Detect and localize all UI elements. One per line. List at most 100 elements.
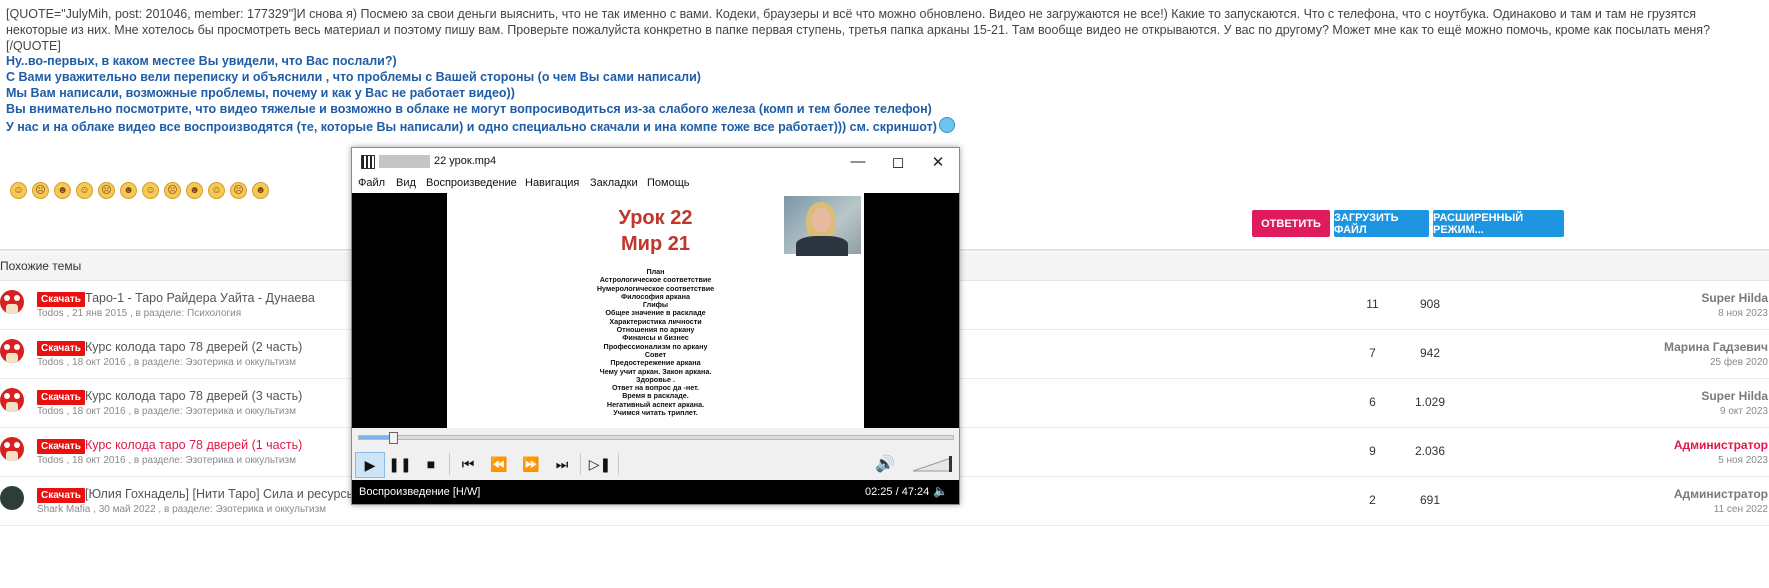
mushroom-avatar-icon[interactable] xyxy=(0,437,24,461)
stop-icon[interactable]: ■ xyxy=(417,452,445,476)
download-badge[interactable]: Скачать xyxy=(37,341,85,356)
close-icon[interactable]: ✕ xyxy=(918,148,958,175)
mushroom-avatar-icon[interactable] xyxy=(0,388,24,412)
next-icon[interactable]: ⏭ xyxy=(548,452,576,476)
reply-message: Ну..во-первых, в каком местее Вы увидели… xyxy=(6,53,1206,135)
reply-line: Ну..во-первых, в каком местее Вы увидели… xyxy=(6,54,397,68)
thread-title-link[interactable]: Курс колода таро 78 дверей (2 часть) xyxy=(85,340,302,354)
reply-button[interactable]: ОТВЕТИТЬ xyxy=(1252,210,1330,237)
reply-line: Вы внимательно посмотрите, что видео тяж… xyxy=(6,102,932,116)
separator xyxy=(580,453,581,475)
volume-slider[interactable] xyxy=(913,456,953,472)
thread-title-link[interactable]: Таро-1 - Таро Райдера Уайта - Дунаева xyxy=(85,291,315,305)
mushroom-avatar-icon[interactable] xyxy=(0,290,24,314)
window-title: 22 урок.mp4 xyxy=(434,155,497,167)
time-readout: 02:25 / 47:24 xyxy=(865,486,930,498)
menu-view[interactable]: Вид xyxy=(396,177,416,189)
reply-line-text: У нас и на облаке видео все воспроизводя… xyxy=(6,120,937,134)
thread-title-link[interactable]: Курс колода таро 78 дверей (1 часть) xyxy=(85,438,302,452)
smiley-icon[interactable]: ☻ xyxy=(186,182,203,199)
quote-text: [QUOTE="JulyMih, post: 201046, member: 1… xyxy=(6,7,1711,37)
mushroom-avatar-icon[interactable] xyxy=(0,339,24,363)
smiley-icon[interactable]: ☺ xyxy=(76,182,93,199)
seek-handle[interactable] xyxy=(389,432,398,444)
menu-file[interactable]: Файл xyxy=(358,177,385,189)
download-badge[interactable]: Скачать xyxy=(37,439,85,454)
play-icon[interactable]: ▶ xyxy=(355,452,385,478)
smiley-icon[interactable]: ☺ xyxy=(142,182,159,199)
upload-file-button[interactable]: ЗАГРУЗИТЬ ФАЙЛ xyxy=(1334,210,1429,237)
plan-line: Учимся читать триплет. xyxy=(613,408,698,418)
smiley-icon[interactable]: ☹ xyxy=(230,182,247,199)
thread-title-link[interactable]: Курс колода таро 78 дверей (3 часть) xyxy=(85,389,302,403)
view-count: 2.036 xyxy=(1414,444,1446,458)
quoted-message: [QUOTE="JulyMih, post: 201046, member: 1… xyxy=(6,6,1751,54)
menu-navigation[interactable]: Навигация xyxy=(525,177,579,189)
download-badge[interactable]: Скачать xyxy=(37,488,85,503)
last-post-date: 8 ноя 2023 xyxy=(1718,308,1768,319)
last-post-date: 11 сен 2022 xyxy=(1713,504,1768,515)
last-post-user[interactable]: Super Hilda xyxy=(1701,291,1768,305)
minimize-icon[interactable]: — xyxy=(838,148,878,175)
audio-mute-icon[interactable]: 🔈 xyxy=(933,484,948,498)
reply-line: Мы Вам написали, возможные проблемы, поч… xyxy=(6,86,515,100)
thread-meta: Todos , 18 окт 2016 , в разделе: Эзотери… xyxy=(37,357,296,368)
frame-step-icon[interactable]: ▷❚ xyxy=(586,452,614,476)
last-post-user[interactable]: Марина Гадзевич xyxy=(1664,340,1768,354)
download-badge[interactable]: Скачать xyxy=(37,390,85,405)
player-titlebar[interactable]: 22 урок.mp4 — ◻ ✕ xyxy=(352,148,959,175)
lesson-slide: Урок 22 Мир 21 План Астрологическое соотв… xyxy=(447,193,864,428)
smiley-icon[interactable]: ☹ xyxy=(98,182,115,199)
smiley-icon[interactable]: ☹ xyxy=(32,182,49,199)
fast-forward-icon[interactable]: ⏩ xyxy=(517,452,545,476)
smiley-icon[interactable]: ☻ xyxy=(252,182,269,199)
thread-meta: Todos , 21 янв 2015 , в разделе: Психоло… xyxy=(37,308,242,319)
reply-line: С Вами уважительно вели переписку и объя… xyxy=(6,70,701,84)
download-badge[interactable]: Скачать xyxy=(37,292,85,307)
smiley-icon[interactable]: ☺ xyxy=(208,182,225,199)
advanced-mode-button[interactable]: РАСШИРЕННЫЙ РЕЖИМ... xyxy=(1433,210,1564,237)
film-icon xyxy=(361,155,375,169)
user-avatar[interactable] xyxy=(0,486,24,510)
reply-line-last: У нас и на облаке видео все воспроизводя… xyxy=(6,117,1206,135)
playback-status: Воспроизведение [H/W] xyxy=(359,486,481,498)
thread-title-link[interactable]: [Юлия Гохнадель] [Нити Таро] Сила и ресу… xyxy=(85,487,381,501)
smiley-icon[interactable]: ☺ xyxy=(10,182,27,199)
last-post-user[interactable]: Администратор xyxy=(1674,438,1768,452)
maximize-icon[interactable]: ◻ xyxy=(878,148,918,175)
last-post-user[interactable]: Super Hilda xyxy=(1701,389,1768,403)
menu-bookmarks[interactable]: Закладки xyxy=(590,177,638,189)
pause-icon[interactable]: ❚❚ xyxy=(386,452,414,476)
smiley-icon[interactable]: ☹ xyxy=(164,182,181,199)
player-statusbar: Воспроизведение [H/W] 02:25 / 47:24 🔈 xyxy=(352,480,959,504)
separator xyxy=(618,453,619,475)
view-count: 1.029 xyxy=(1414,395,1446,409)
video-area[interactable]: Урок 22 Мир 21 План Астрологическое соотв… xyxy=(352,193,959,428)
presenter-face xyxy=(812,208,831,232)
smiley-icon[interactable]: ☻ xyxy=(120,182,137,199)
media-player-window: 22 урок.mp4 — ◻ ✕ Файл Вид Воспроизведен… xyxy=(351,147,960,505)
seek-progress xyxy=(359,436,390,439)
menu-playback[interactable]: Воспроизведение xyxy=(426,177,517,189)
sunglasses-emoji-icon xyxy=(938,117,955,133)
slide-plan-list: План Астрологическое соответствие Нумероло… xyxy=(447,267,864,418)
last-post-user[interactable]: Администратор xyxy=(1674,487,1768,501)
smiley-icon[interactable]: ☻ xyxy=(54,182,71,199)
player-menubar: Файл Вид Воспроизведение Навигация Закла… xyxy=(352,175,959,193)
view-count: 908 xyxy=(1419,297,1441,311)
seek-bar[interactable] xyxy=(352,428,959,450)
rewind-icon[interactable]: ⏪ xyxy=(485,452,513,476)
last-post-date: 5 ноя 2023 xyxy=(1718,455,1768,466)
view-count: 942 xyxy=(1419,346,1441,360)
previous-icon[interactable]: ⏮ xyxy=(454,452,482,476)
thread-meta: Todos , 18 окт 2016 , в разделе: Эзотери… xyxy=(37,406,296,417)
last-post-date: 9 окт 2023 xyxy=(1720,406,1768,417)
presenter-body xyxy=(796,236,848,256)
player-controls: ▶ ❚❚ ■ ⏮ ⏪ ⏩ ⏭ ▷❚ 🔊 xyxy=(352,448,959,480)
menu-help[interactable]: Помощь xyxy=(647,177,690,189)
presenter-webcam xyxy=(784,196,861,256)
speaker-icon[interactable]: 🔊 xyxy=(875,454,895,474)
smilies-bar: ☺ ☹ ☻ ☺ ☹ ☻ ☺ ☹ ☻ ☺ ☹ ☻ xyxy=(10,182,269,199)
view-count: 691 xyxy=(1419,493,1441,507)
seek-track[interactable] xyxy=(358,435,954,440)
